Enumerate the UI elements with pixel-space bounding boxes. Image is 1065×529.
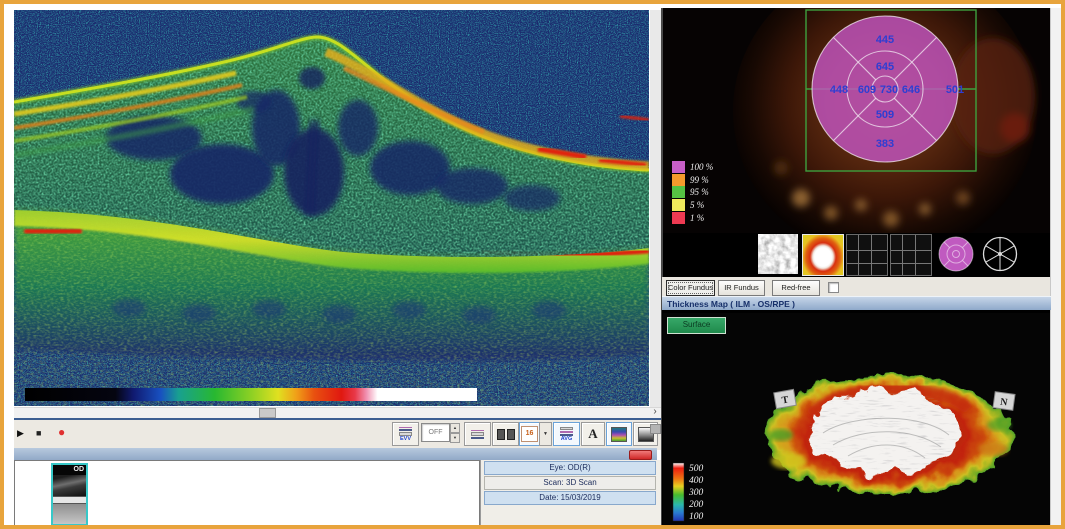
legend-swatch	[672, 174, 685, 186]
thumbnail-sector-wheel[interactable]	[980, 234, 1020, 274]
etdrs-value-outer-right: 501	[946, 84, 964, 96]
evv-button[interactable]: EVV	[392, 422, 419, 446]
etdrs-value-outer-left: 448	[830, 84, 848, 96]
thumbnail-caption-band	[53, 496, 86, 504]
legend-swatch	[672, 186, 685, 198]
etdrs-value-inner-bottom: 509	[876, 109, 894, 121]
frame-count-dropdown[interactable]: ▼	[539, 422, 552, 446]
thumbnail-grid-map-1[interactable]	[846, 234, 888, 276]
annotation-text-button[interactable]: A	[581, 422, 605, 446]
collapse-panel-button[interactable]	[629, 450, 652, 460]
thickness-map-header: Thickness Map ( ILM - OS/RPE )	[662, 296, 1051, 310]
thumbnail-grid-map-2[interactable]	[890, 234, 932, 276]
legend-label: 1 %	[690, 213, 704, 223]
spin-down-icon[interactable]: ▼	[450, 433, 460, 443]
play-button[interactable]: ▶	[17, 423, 29, 443]
toolbar-overflow-button[interactable]	[650, 424, 661, 434]
overlay-layers-button[interactable]	[464, 422, 491, 446]
thumbnail-fundus-image	[53, 504, 86, 525]
orientation-tile-nasal: N	[993, 392, 1015, 411]
orientation-tile-temporal: T	[774, 389, 796, 408]
etdrs-value-inner-right: 646	[902, 84, 920, 96]
thumbnail-eye-label: OD	[53, 465, 86, 475]
right-scrollbar-track[interactable]	[1050, 8, 1062, 525]
average-button[interactable]: AVG	[553, 422, 580, 446]
tab-red-free[interactable]: Red-free	[772, 280, 820, 296]
bottom-panel-header	[14, 448, 657, 460]
legend-label: 5 %	[690, 200, 704, 210]
significance-legend: 100 % 99 % 95 % 5 % 1 %	[672, 161, 713, 224]
stop-button[interactable]: ■	[36, 423, 48, 443]
legend-swatch	[672, 161, 685, 173]
layers-icon	[560, 427, 573, 436]
legend-swatch	[672, 199, 685, 211]
scroll-right-icon[interactable]: ›	[649, 406, 661, 418]
spin-up-icon[interactable]: ▲	[450, 423, 460, 433]
thickness-3d-view[interactable]: T N 500 400 300 200 100	[663, 313, 1050, 525]
colormap-icon	[611, 427, 627, 442]
dual-view-button[interactable]	[492, 422, 519, 446]
thumbnail-bscan-image	[53, 475, 86, 496]
etdrs-value-inner-top: 645	[876, 61, 894, 73]
thumbnail-thickness-map[interactable]	[802, 234, 844, 276]
svg-text:400: 400	[689, 476, 704, 486]
layers-icon	[471, 430, 484, 439]
svg-text:100: 100	[689, 512, 704, 522]
legend-label: 99 %	[690, 175, 709, 185]
etdrs-value-outer-top: 445	[876, 34, 894, 46]
svg-text:500: 500	[689, 464, 704, 474]
oct-vertical-scrollbar[interactable]	[650, 10, 661, 407]
frame-count-button[interactable]: 16	[519, 422, 540, 446]
oct-software-window: › ▶ ■ ● EVV OFF ▲ ▼ 16 ▼ AVG A	[0, 0, 1065, 529]
eye-info-bar[interactable]: Eye: OD(R)	[484, 461, 656, 475]
fundus-view[interactable]: 445 645 448 609 730 646 501 509 383	[663, 8, 1050, 233]
legend-label: 100 %	[690, 162, 713, 172]
thumbnail-significance-map[interactable]	[936, 234, 976, 274]
etdrs-value-center: 730	[880, 84, 898, 96]
oct-bscan-view[interactable]	[14, 10, 649, 406]
oct-intensity-colorbar	[25, 388, 477, 401]
etdrs-value-outer-bottom: 383	[876, 138, 894, 150]
off-spinner[interactable]: OFF ▲ ▼	[421, 423, 460, 442]
fundus-option-checkbox[interactable]	[828, 282, 839, 293]
svg-text:300: 300	[688, 488, 704, 498]
svg-text:200: 200	[689, 500, 704, 510]
etdrs-value-inner-left: 609	[858, 84, 876, 96]
legend-label: 95 %	[690, 187, 709, 197]
surface-mode-button[interactable]: Surface	[667, 317, 726, 334]
off-value: OFF	[421, 423, 450, 442]
dual-scan-icon	[497, 429, 515, 440]
evv-label: EVV	[400, 436, 411, 442]
record-button[interactable]: ●	[58, 422, 72, 442]
legend-swatch	[672, 212, 685, 224]
tab-color-fundus[interactable]: Color Fundus	[666, 280, 715, 296]
frame-count-value: 16	[521, 426, 538, 442]
thickness-colorbar-labels: 500 400 300 200 100	[688, 464, 704, 522]
thickness-colorbar	[673, 463, 684, 521]
oct-scrollbar-thumb[interactable]	[259, 408, 276, 418]
scan-info-bar[interactable]: Scan: 3D Scan	[484, 476, 656, 490]
date-info-bar[interactable]: Date: 15/03/2019	[484, 491, 656, 505]
scan-thumbnail-od[interactable]: OD	[51, 463, 88, 526]
avg-label: AVG	[561, 436, 573, 442]
color-map-button[interactable]	[606, 422, 632, 446]
thumbnail-grayscale-map[interactable]	[758, 234, 798, 274]
layers-icon	[399, 427, 412, 436]
tab-ir-fundus[interactable]: IR Fundus	[718, 280, 765, 296]
